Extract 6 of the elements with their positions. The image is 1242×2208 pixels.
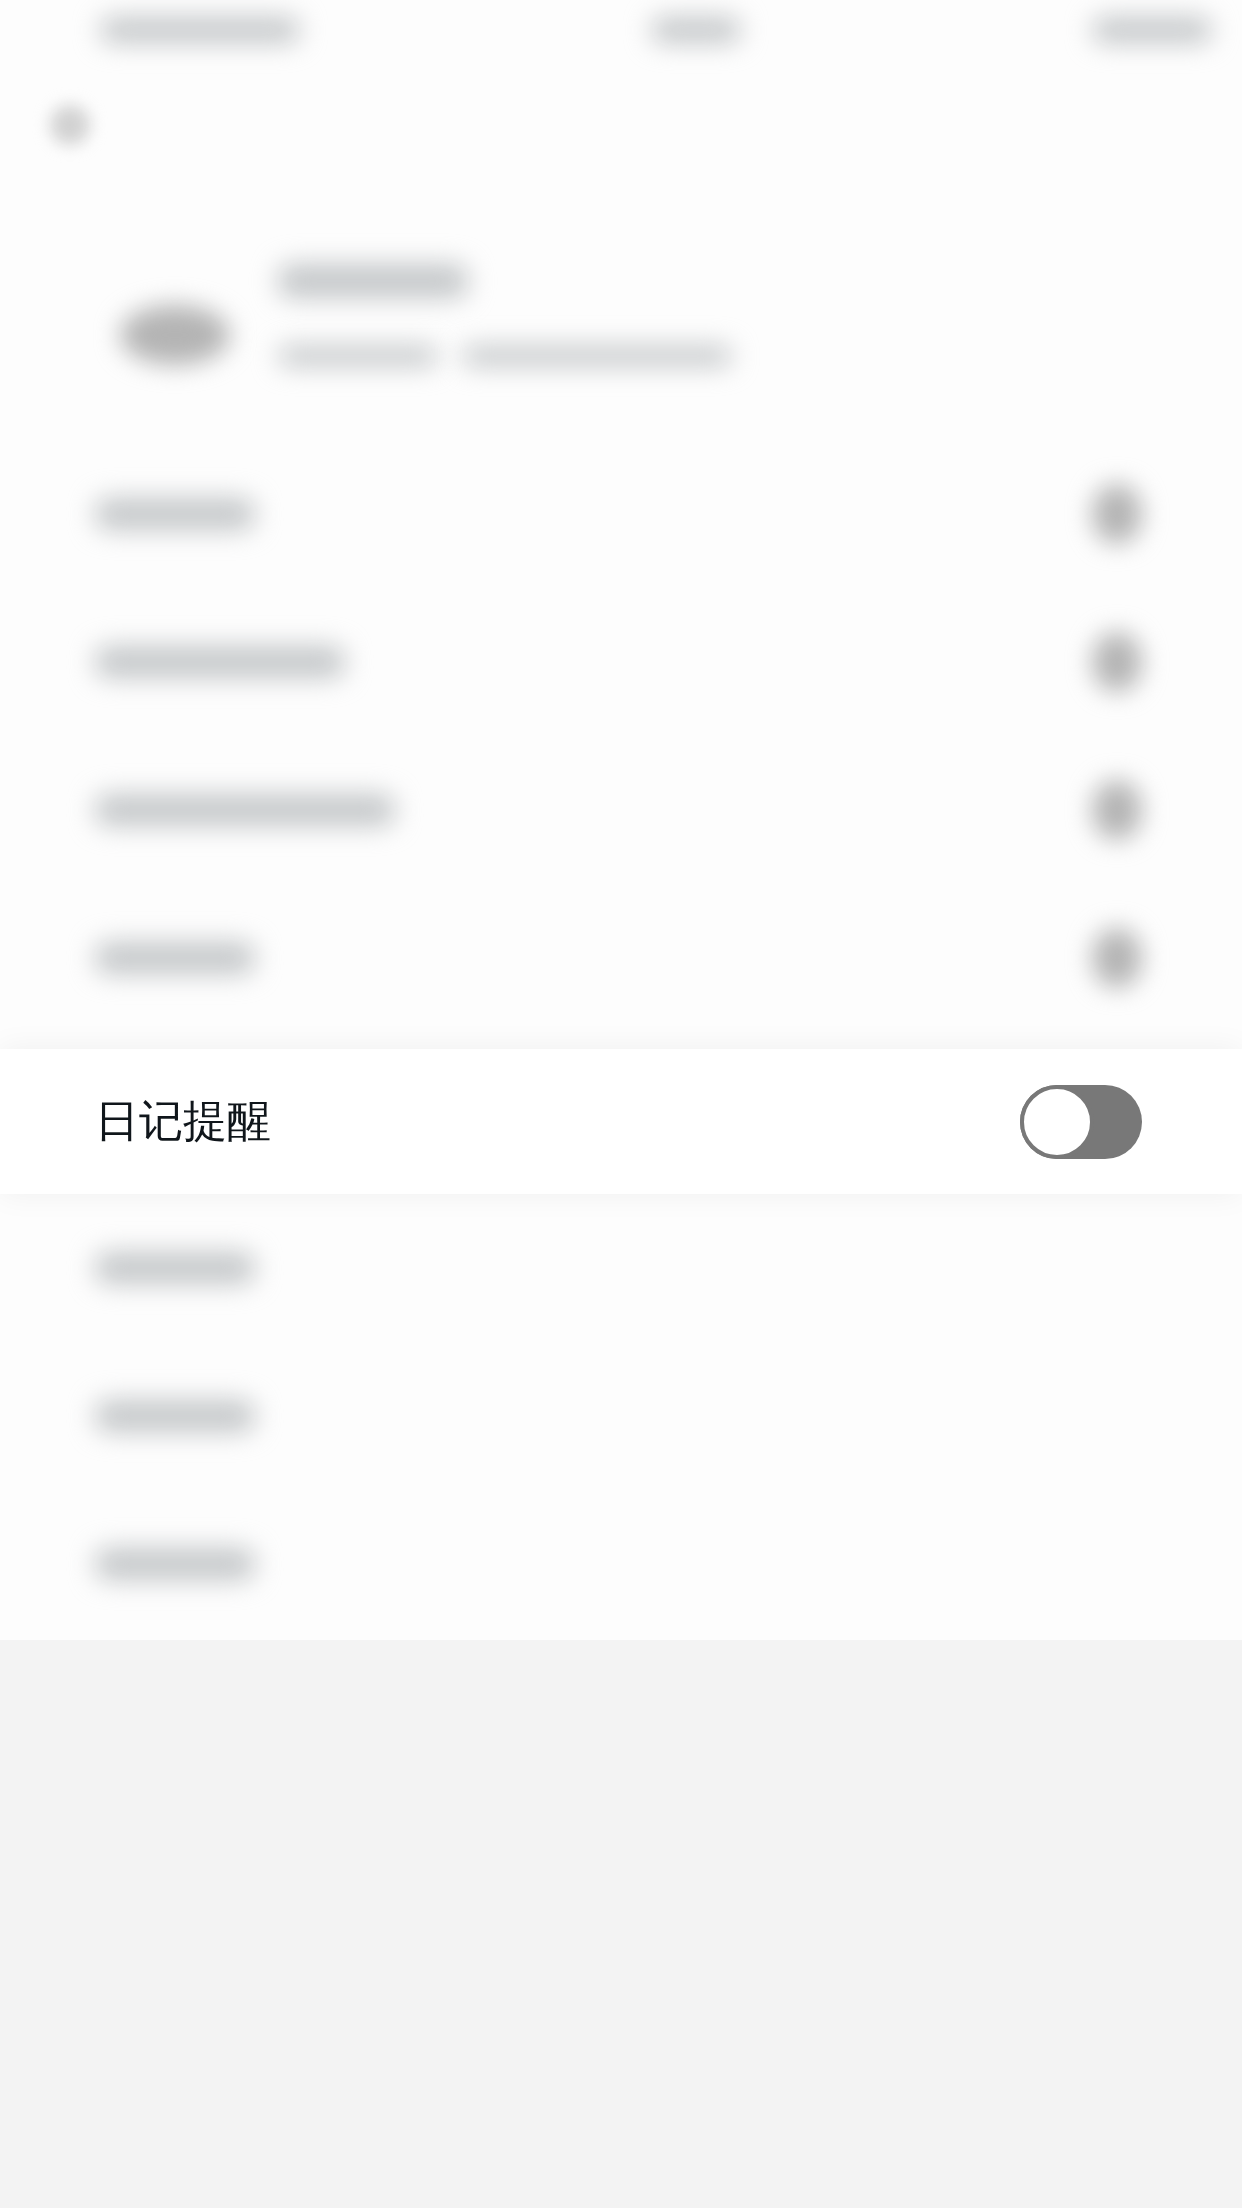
blurred-icon [1092, 632, 1142, 692]
blurred-back-icon [50, 105, 90, 145]
blurred-icon [1092, 928, 1142, 988]
reminder-label: 日记提醒 [95, 1095, 271, 1148]
blurred-icon [1092, 484, 1142, 544]
blurred-icon [1092, 780, 1142, 840]
